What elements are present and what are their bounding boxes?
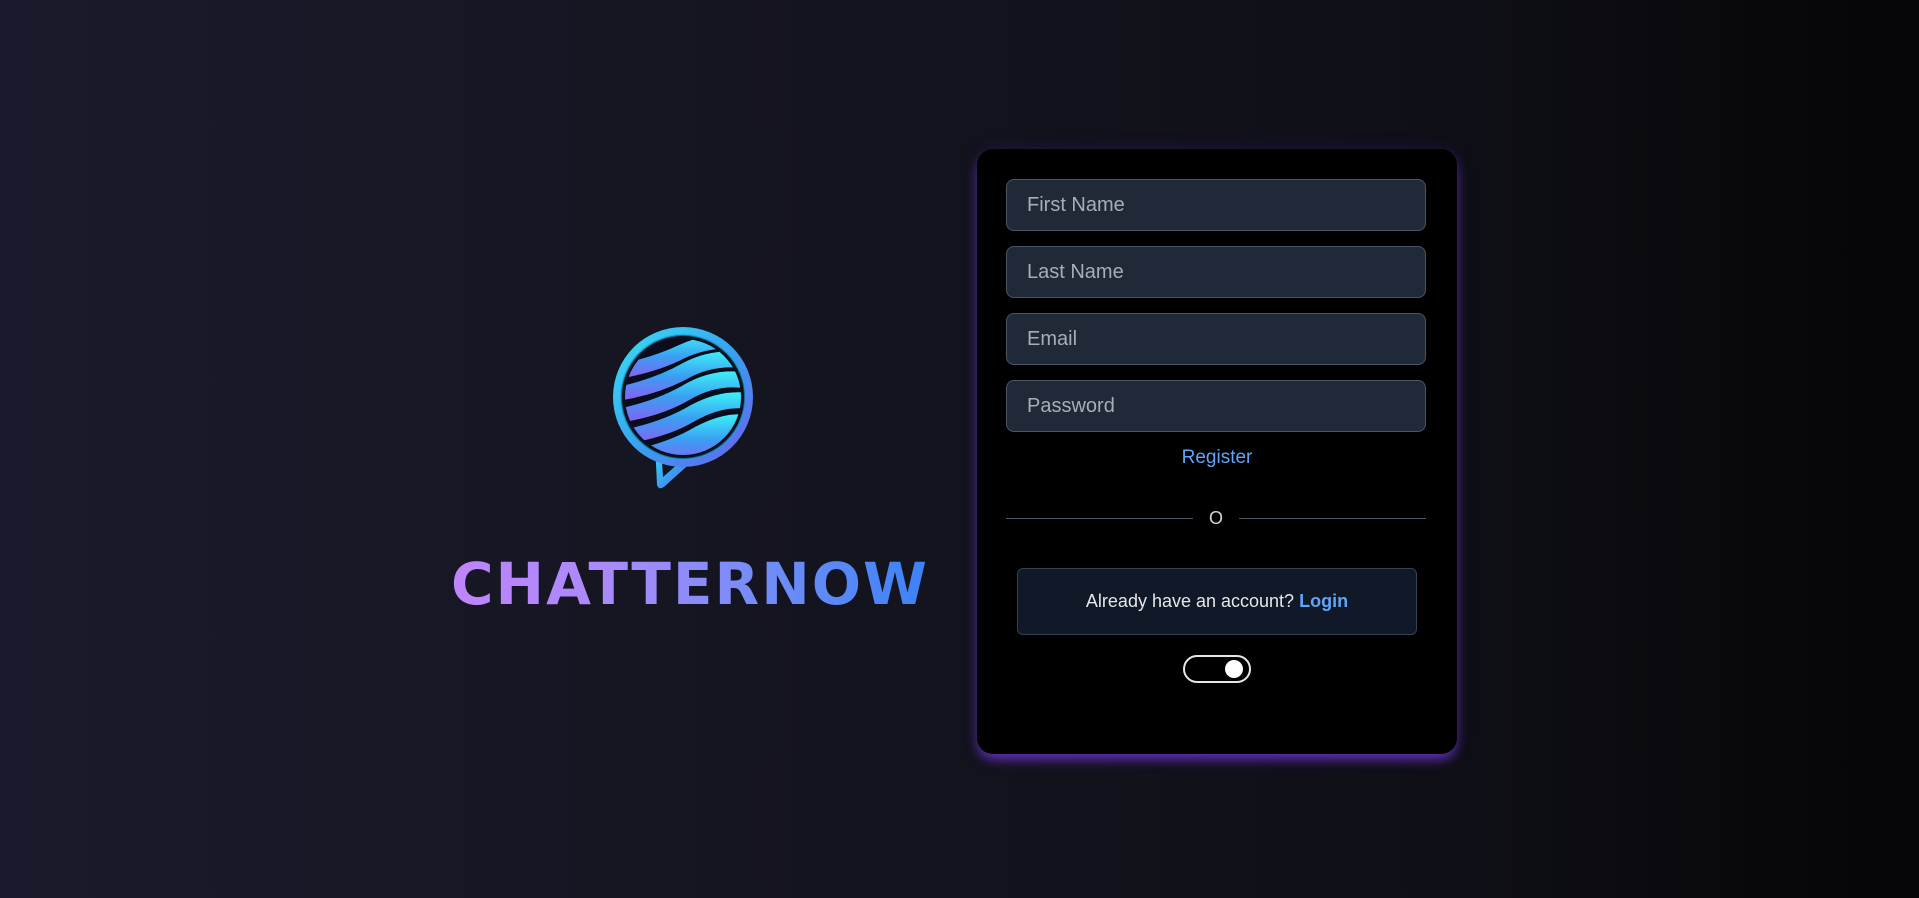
toggle-knob	[1225, 660, 1243, 678]
last-name-input[interactable]	[1006, 246, 1426, 298]
divider-line-right	[1239, 518, 1427, 519]
brand-section: CHATTERNOW	[451, 325, 927, 625]
app-wordmark: CHATTERNOW	[450, 550, 930, 618]
chat-bubble-globe-icon	[613, 327, 753, 489]
first-name-input[interactable]	[1006, 179, 1426, 231]
register-card: Register O Already have an account? Logi…	[977, 149, 1457, 754]
login-link[interactable]: Login	[1299, 591, 1348, 612]
divider-line-left	[1006, 518, 1193, 519]
theme-toggle[interactable]	[1183, 655, 1251, 683]
account-prompt-text: Already have an account?	[1085, 591, 1295, 611]
divider-text: O	[1209, 508, 1224, 528]
register-button[interactable]: Register	[1006, 447, 1428, 469]
or-divider: O	[1006, 508, 1427, 529]
password-input[interactable]	[1006, 380, 1426, 432]
email-input[interactable]	[1006, 313, 1426, 365]
login-prompt-box: Already have an account? Login	[1017, 568, 1417, 635]
